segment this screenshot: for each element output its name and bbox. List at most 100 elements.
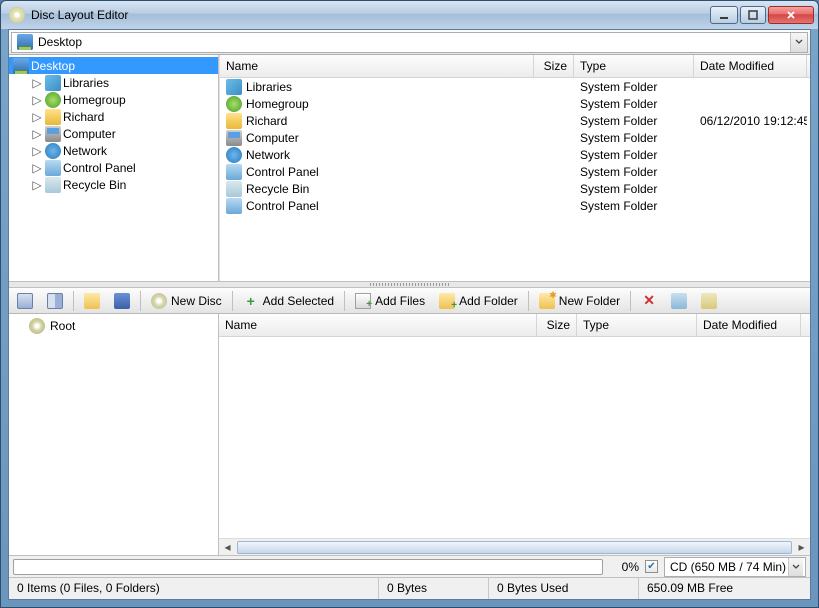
add-selected-button[interactable]: +Add Selected [237, 290, 340, 312]
horizontal-scrollbar[interactable]: ◂ ▸ [219, 538, 810, 555]
expander-icon[interactable]: ▷ [31, 162, 43, 174]
column-header[interactable]: Date Modified [697, 314, 801, 336]
item-type: System Folder [580, 199, 657, 213]
app-window: Disc Layout Editor Desktop [0, 0, 819, 608]
column-headers[interactable]: NameSizeTypeDate Modified [220, 55, 810, 78]
tree-label: Desktop [31, 59, 75, 73]
expander-icon[interactable]: ▷ [31, 128, 43, 140]
layout-list: NameSizeTypeDate Modified ◂ ▸ [219, 314, 810, 555]
view-panes-button[interactable] [41, 290, 69, 312]
delete-button[interactable]: ✕ [635, 290, 663, 312]
media-dropdown-button[interactable] [788, 558, 803, 576]
item-type: System Folder [580, 182, 657, 196]
list-item[interactable]: HomegroupSystem Folder [220, 95, 810, 112]
open-folder-button[interactable] [78, 290, 106, 312]
new-folder-button[interactable]: New Folder [533, 290, 626, 312]
list-item[interactable]: Control PanelSystem Folder [220, 197, 810, 214]
layout-column-headers[interactable]: NameSizeTypeDate Modified [219, 314, 810, 337]
properties-icon [701, 293, 717, 309]
scroll-right-icon[interactable]: ▸ [793, 539, 810, 556]
column-header[interactable]: Size [537, 314, 577, 336]
tree-label: Computer [63, 127, 116, 141]
add-file-icon [355, 293, 371, 309]
tree-node[interactable]: ▷ Computer [27, 125, 218, 142]
location-dropdown-button[interactable] [790, 33, 807, 52]
column-header[interactable]: Type [574, 55, 694, 77]
list-item[interactable]: Recycle Bin System Folder [220, 180, 810, 197]
expander-icon[interactable]: ▷ [31, 77, 43, 89]
column-header[interactable]: Date Modified [694, 55, 807, 77]
chevron-down-icon [792, 564, 800, 570]
list-item[interactable]: LibrariesSystem Folder [220, 78, 810, 95]
expander-icon[interactable]: ▷ [31, 94, 43, 106]
item-icon [45, 109, 61, 125]
status-bytes: 0 Bytes [379, 578, 489, 599]
list-item[interactable]: RichardSystem Folder06/12/2010 19:12:45 [220, 112, 810, 129]
view-explorer-button[interactable] [11, 290, 39, 312]
item-name: Recycle Bin [246, 182, 309, 196]
location-combo[interactable]: Desktop [11, 32, 808, 53]
list-item[interactable]: NetworkSystem Folder [220, 146, 810, 163]
properties-button[interactable] [695, 290, 723, 312]
tree-node[interactable]: ▷ Libraries [27, 74, 218, 91]
close-button[interactable] [768, 6, 814, 24]
expander-icon[interactable]: ▷ [31, 145, 43, 157]
item-icon [226, 113, 242, 129]
new-disc-button[interactable]: New Disc [145, 290, 228, 312]
column-header[interactable]: Name [219, 314, 537, 336]
item-icon [226, 130, 242, 146]
separator [630, 291, 631, 311]
tree-label: Control Panel [63, 161, 136, 175]
add-files-button[interactable]: Add Files [349, 290, 431, 312]
horizontal-splitter[interactable] [9, 281, 810, 288]
expander-icon[interactable]: ▷ [31, 111, 43, 123]
layout-tree[interactable]: Root [9, 314, 219, 555]
client-area: Desktop Desktop ▷Libraries▷Homegroup▷Ric… [8, 29, 811, 600]
save-button[interactable] [108, 290, 136, 312]
panes-icon [47, 293, 63, 309]
tree-label: Richard [63, 110, 104, 124]
desktop-icon [13, 58, 29, 74]
expander-icon[interactable]: ▷ [31, 179, 43, 191]
rename-button[interactable] [665, 290, 693, 312]
separator [232, 291, 233, 311]
item-name: Computer [246, 131, 299, 145]
list-item[interactable]: Control PanelSystem Folder [220, 163, 810, 180]
tree-node-desktop[interactable]: Desktop [9, 57, 218, 74]
list-item[interactable]: ComputerSystem Folder [220, 129, 810, 146]
item-type: System Folder [580, 97, 657, 111]
maximize-button[interactable] [740, 6, 766, 24]
layout-root-node[interactable]: Root [9, 317, 218, 334]
tree-label: Libraries [63, 76, 109, 90]
auto-checkbox[interactable]: ✔ [645, 560, 658, 573]
tree-node[interactable]: ▷Recycle Bin [27, 176, 218, 193]
status-used: 0 Bytes Used [489, 578, 639, 599]
column-header[interactable]: Size [534, 55, 574, 77]
column-header[interactable]: Name [220, 55, 534, 77]
source-tree[interactable]: Desktop ▷Libraries▷Homegroup▷Richard▷Com… [9, 55, 219, 281]
item-icon [226, 164, 242, 180]
capacity-progress [13, 559, 603, 575]
separator [73, 291, 74, 311]
tree-node[interactable]: ▷Network [27, 142, 218, 159]
item-icon [45, 160, 61, 176]
scrollbar-thumb[interactable] [237, 541, 792, 554]
media-type-label: CD (650 MB / 74 Min) [670, 560, 786, 574]
list-rows[interactable]: LibrariesSystem FolderHomegroupSystem Fo… [220, 78, 810, 281]
app-icon [9, 7, 25, 23]
separator [528, 291, 529, 311]
add-folder-button[interactable]: Add Folder [433, 290, 524, 312]
layout-rows[interactable] [219, 337, 810, 538]
media-type-combo[interactable]: CD (650 MB / 74 Min) [664, 557, 806, 577]
item-icon [226, 198, 242, 214]
minimize-button[interactable] [710, 6, 738, 24]
tree-node[interactable]: ▷Homegroup [27, 91, 218, 108]
item-name: Libraries [246, 80, 292, 94]
new-folder-icon [539, 293, 555, 309]
scroll-left-icon[interactable]: ◂ [219, 539, 236, 556]
tree-node[interactable]: ▷ Richard [27, 108, 218, 125]
tree-node[interactable]: ▷ Control Panel [27, 159, 218, 176]
item-name: Richard [246, 114, 287, 128]
item-icon [226, 147, 242, 163]
column-header[interactable]: Type [577, 314, 697, 336]
